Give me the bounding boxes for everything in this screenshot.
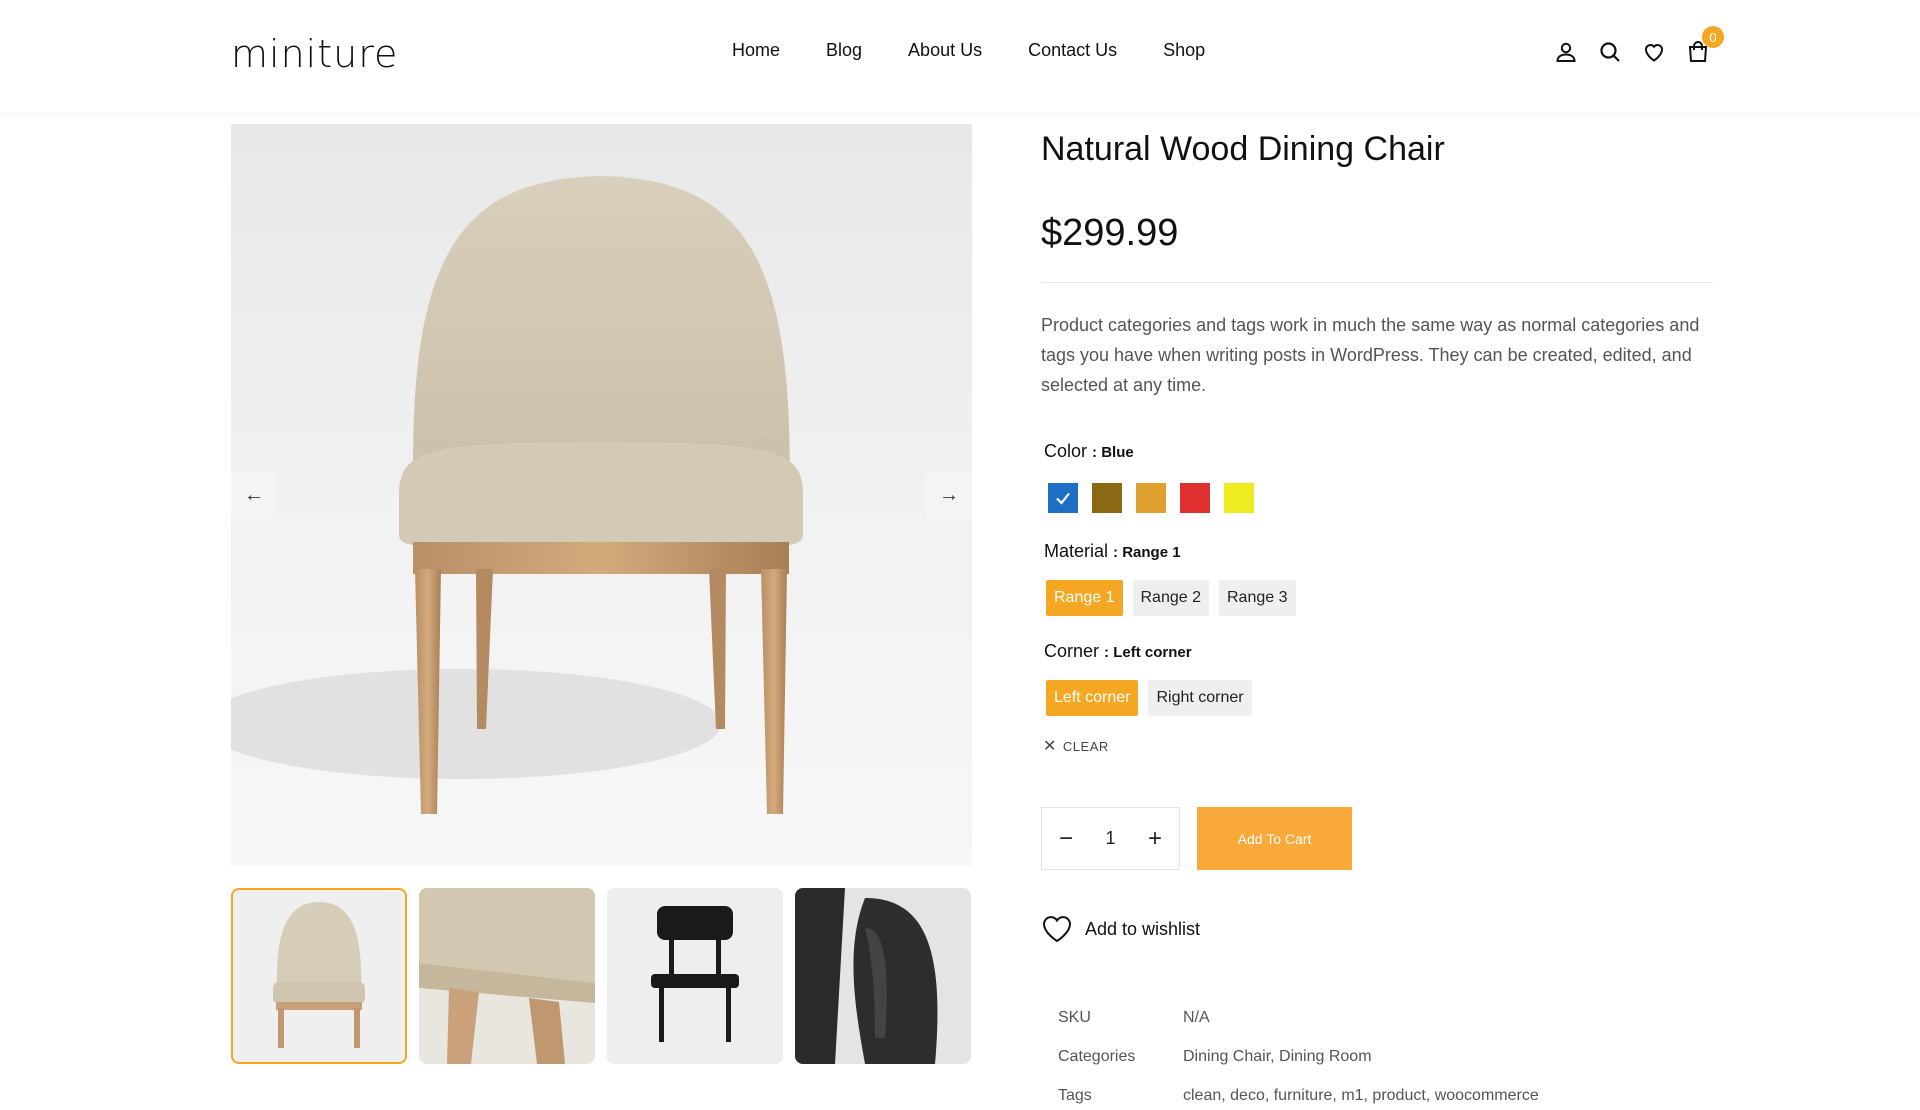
heart-icon[interactable] xyxy=(1640,38,1668,66)
thumbnail-strip xyxy=(231,888,983,1064)
search-icon[interactable] xyxy=(1596,38,1624,66)
sku-label: SKU xyxy=(1058,1009,1091,1026)
gallery-next-arrow[interactable]: → xyxy=(926,472,972,518)
tags-value[interactable]: clean, deco, furniture, m1, product, woo… xyxy=(1183,1087,1539,1105)
quantity-value[interactable]: 1 xyxy=(1105,828,1115,849)
corner-selected-value: : Left corner xyxy=(1104,644,1192,661)
corner-option-right[interactable]: Right corner xyxy=(1148,680,1252,716)
thumbnail-beige-chair-front[interactable] xyxy=(231,888,407,1064)
nav-contact-us[interactable]: Contact Us xyxy=(1028,40,1117,61)
product-price: $299.99 xyxy=(1041,212,1179,254)
swatch-yellow[interactable] xyxy=(1224,483,1254,513)
bag-icon[interactable]: 0 xyxy=(1684,26,1724,66)
product-description: Product categories and tags work in much… xyxy=(1041,315,1700,395)
thumbnail-black-chair-closeup[interactable] xyxy=(795,888,971,1064)
corner-options: Left corner Right corner xyxy=(1046,680,1262,716)
color-label: Color xyxy=(1044,441,1088,461)
product-title: Natural Wood Dining Chair xyxy=(1041,130,1445,168)
categories-label: Categories xyxy=(1058,1048,1136,1065)
gallery-prev-arrow[interactable]: ← xyxy=(231,472,277,518)
swatch-brown[interactable] xyxy=(1092,483,1122,513)
add-to-wishlist-button[interactable]: Add to wishlist xyxy=(1041,914,1200,944)
material-option-range-2[interactable]: Range 2 xyxy=(1132,580,1209,616)
corner-label: Corner xyxy=(1044,641,1100,661)
site-header: miniture Home Blog About Us Contact Us S… xyxy=(0,0,1920,112)
material-selected-value: : Range 1 xyxy=(1113,544,1181,561)
add-to-cart-button[interactable]: Add To Cart xyxy=(1197,807,1352,870)
close-icon: ✕ xyxy=(1043,738,1057,755)
tags-label: Tags xyxy=(1058,1087,1092,1104)
header-actions: 0 xyxy=(1552,26,1728,66)
info-divider xyxy=(1041,282,1713,283)
site-logo[interactable]: miniture xyxy=(231,32,398,76)
wishlist-label: Add to wishlist xyxy=(1085,918,1201,939)
color-selected-value: : Blue xyxy=(1092,444,1134,461)
nav-shop[interactable]: Shop xyxy=(1163,40,1205,61)
clear-label: CLEAR xyxy=(1062,738,1109,754)
color-swatches xyxy=(1048,483,1268,513)
quantity-increase-button[interactable]: + xyxy=(1145,825,1165,853)
material-option-label: Material : Range 1 xyxy=(1044,541,1181,562)
nav-about-us[interactable]: About Us xyxy=(908,40,982,61)
cart-count-badge: 0 xyxy=(1702,26,1724,48)
categories-value[interactable]: Dining Chair, Dining Room xyxy=(1183,1048,1372,1066)
quantity-decrease-button[interactable]: − xyxy=(1056,825,1076,853)
main-product-image[interactable] xyxy=(231,124,972,866)
sku-value: N/A xyxy=(1183,1009,1210,1026)
swatch-red[interactable] xyxy=(1180,483,1210,513)
heart-icon xyxy=(1042,916,1072,943)
nav-home[interactable]: Home xyxy=(732,40,780,61)
material-option-range-3[interactable]: Range 3 xyxy=(1219,580,1296,616)
corner-option-label: Corner : Left corner xyxy=(1044,641,1192,662)
swatch-orange[interactable] xyxy=(1136,483,1166,513)
color-option-label: Color : Blue xyxy=(1044,441,1134,462)
material-label: Material xyxy=(1044,541,1109,561)
thumbnail-beige-chair-closeup[interactable] xyxy=(419,888,595,1064)
material-options: Range 1 Range 2 Range 3 xyxy=(1046,580,1306,616)
quantity-stepper: − 1 + xyxy=(1041,807,1180,870)
material-option-range-1[interactable]: Range 1 xyxy=(1046,580,1123,616)
thumbnail-black-chair[interactable] xyxy=(607,888,783,1064)
nav-blog[interactable]: Blog xyxy=(826,40,862,61)
swatch-blue[interactable] xyxy=(1048,483,1078,513)
main-nav: Home Blog About Us Contact Us Shop xyxy=(732,40,1251,61)
corner-option-left[interactable]: Left corner xyxy=(1046,680,1139,716)
clear-selection-button[interactable]: ✕ CLEAR xyxy=(1043,736,1109,756)
user-icon[interactable] xyxy=(1552,38,1580,66)
